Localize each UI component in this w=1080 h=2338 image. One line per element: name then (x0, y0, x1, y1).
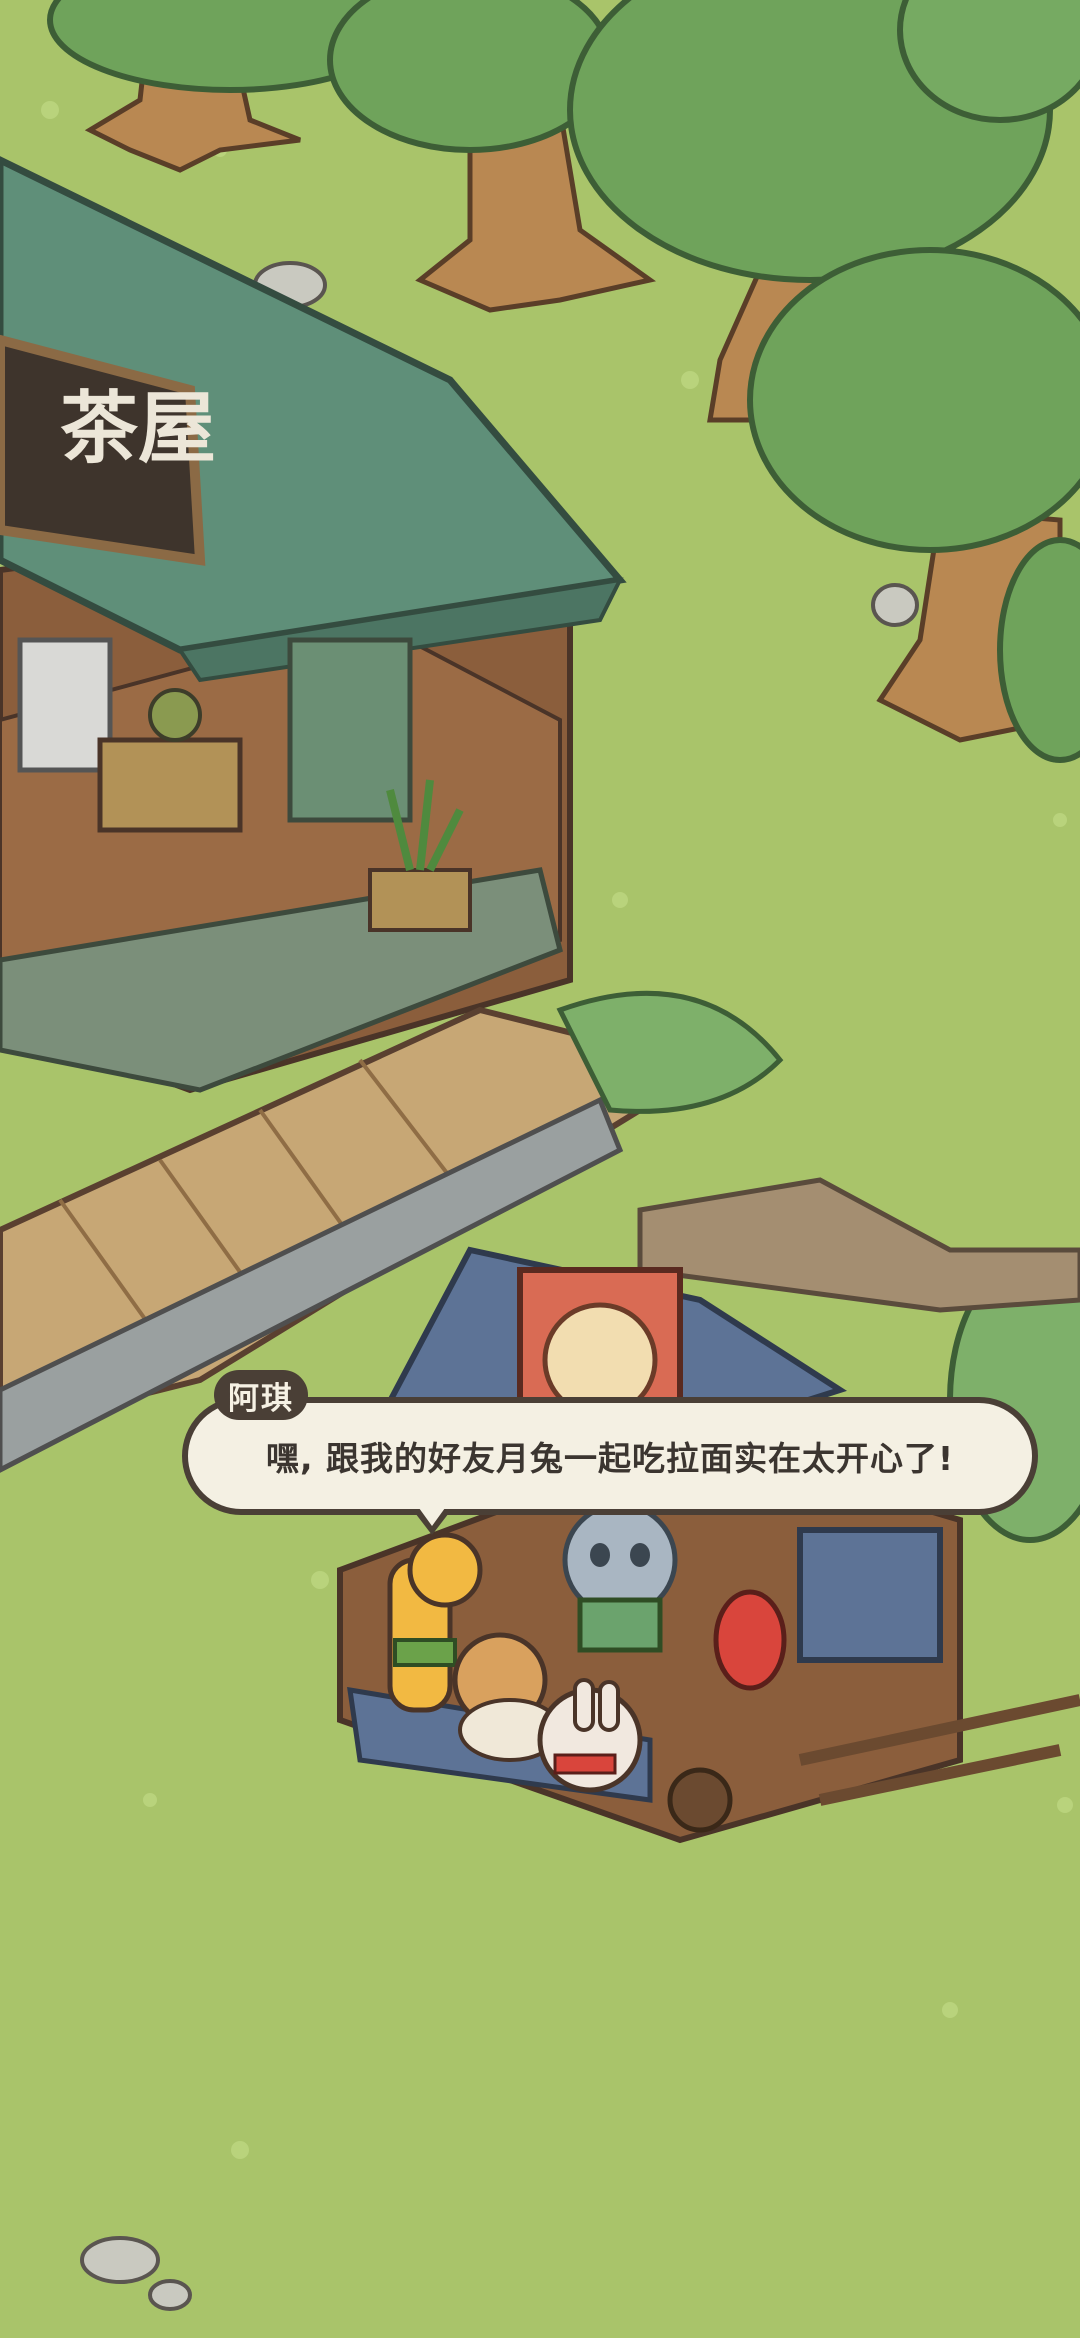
dialogue-bubble[interactable]: 嘿, 跟我的好友月兔一起吃拉面实在太开心了! (182, 1397, 1038, 1515)
dialogue-tail-inner (419, 1508, 445, 1526)
game-scene[interactable]: 茶屋 (0, 0, 1080, 2338)
speaker-name: 阿琪 (228, 1380, 294, 1417)
dialogue-text: 嘿, 跟我的好友月兔一起吃拉面实在太开心了! (265, 1439, 955, 1478)
panda-chef-character[interactable] (562, 1502, 678, 1653)
tea-house-sign: 茶屋 (60, 384, 216, 474)
speaker-name-tag: 阿琪 (214, 1370, 308, 1420)
